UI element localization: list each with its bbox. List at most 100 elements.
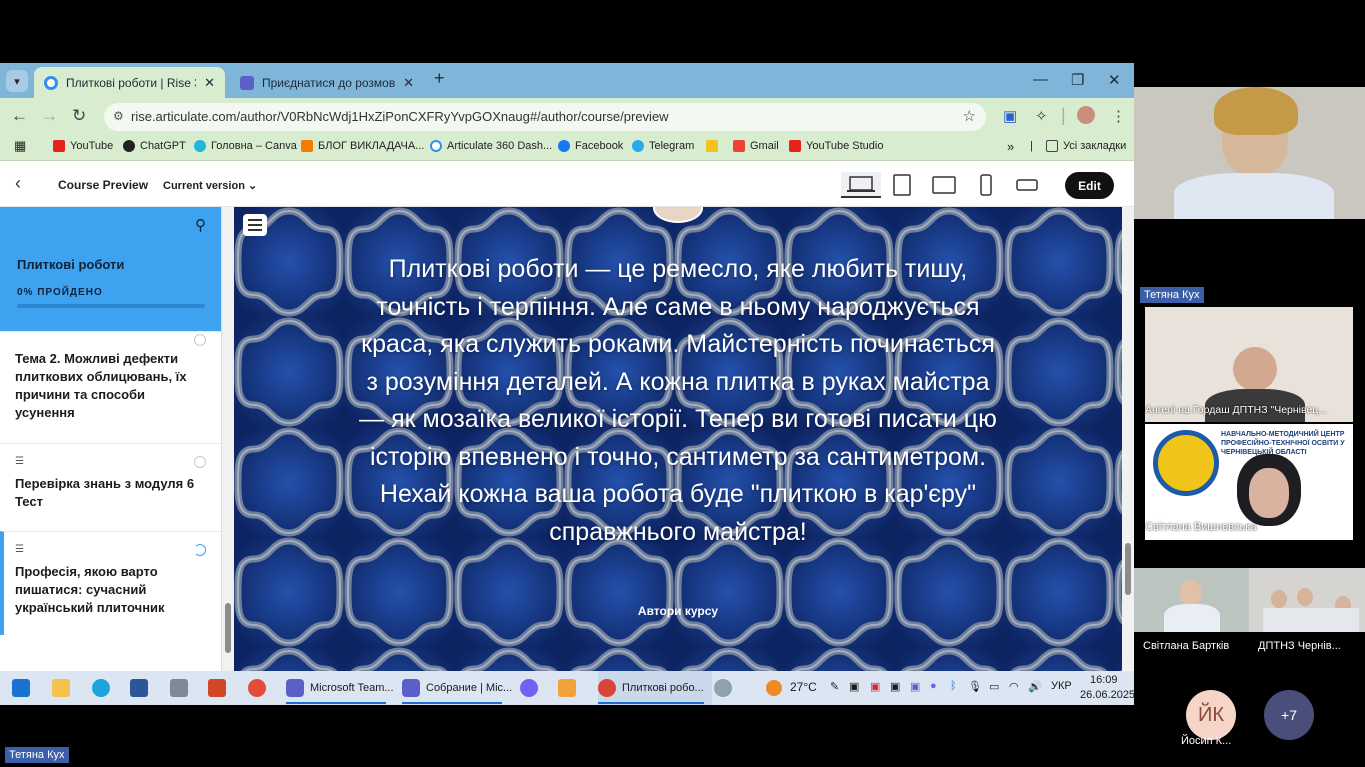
chrome-alt-icon[interactable] — [248, 679, 266, 697]
bookmark-folder[interactable] — [706, 140, 723, 152]
clock-date[interactable]: 26.06.2025 — [1080, 689, 1135, 701]
scrollbar-thumb[interactable] — [225, 603, 231, 653]
tab-label: Приєднатися до розмови — [262, 75, 396, 90]
microphone-icon[interactable]: 🎙 — [968, 680, 982, 693]
tab-teams[interactable]: Приєднатися до розмови ✕ — [230, 67, 424, 98]
chevron-down-icon: ▾ — [14, 75, 20, 88]
apps-grid-icon[interactable]: ▦ — [14, 138, 26, 154]
tray-icon[interactable]: ▣ — [890, 680, 900, 693]
new-tab-button[interactable]: + — [434, 68, 445, 89]
bookmark-youtube[interactable]: YouTube — [53, 140, 113, 152]
bookmark-gmail[interactable]: Gmail — [733, 140, 779, 152]
profile-avatar[interactable] — [1077, 106, 1095, 124]
edge-icon[interactable] — [92, 679, 110, 697]
bluetooth-icon[interactable]: ᛒ — [950, 680, 957, 692]
bookmark-canva[interactable]: Головна – Canva — [194, 140, 297, 152]
bookmark-blog[interactable]: БЛОГ ВИКЛАДАЧА... — [301, 140, 424, 152]
weather-temp[interactable]: 27°C — [790, 680, 817, 694]
page-scrollbar[interactable] — [1122, 207, 1134, 671]
word-icon[interactable] — [130, 679, 148, 697]
search-icon[interactable]: ⚲ — [195, 216, 206, 234]
extensions-icon[interactable]: ✧ — [1035, 107, 1048, 125]
sidebar-lesson[interactable]: ☰ Перевірка знань з модуля 6 Тест — [0, 443, 221, 531]
powerpoint-icon[interactable] — [208, 679, 226, 697]
status-circle-icon — [194, 456, 206, 468]
tab-search-button[interactable]: ▾ — [6, 70, 28, 92]
participant-video-main[interactable] — [1134, 87, 1365, 219]
close-tab-icon[interactable]: ✕ — [204, 75, 215, 91]
minimize-icon[interactable]: — — [1033, 71, 1048, 88]
back-icon[interactable]: ← — [11, 106, 28, 126]
tablet-landscape-button[interactable] — [924, 172, 964, 198]
desktop-view-button[interactable] — [841, 172, 881, 198]
app-icon[interactable] — [714, 679, 732, 697]
participant-video[interactable]: Ангелі на Гордаш ДПТНЗ "Чернівец... — [1145, 307, 1353, 422]
taskbar-app-chrome[interactable]: Плиткові робо... — [598, 671, 712, 705]
reload-icon[interactable]: ↻ — [72, 106, 86, 126]
person-face — [1297, 588, 1313, 606]
bookmark-chatgpt[interactable]: ChatGPT — [123, 140, 186, 152]
bookmark-youtube-studio[interactable]: YouTube Studio — [789, 140, 883, 152]
course-sidebar: ⚲ Плиткові роботи 0% ПРОЙДЕНО Тема 2. Мо… — [0, 207, 222, 671]
all-bookmarks[interactable]: Усі закладки — [1046, 140, 1126, 152]
teams-icon — [286, 679, 304, 697]
bookmark-articulate[interactable]: Articulate 360 Dash... — [430, 140, 552, 152]
weather-sun-icon[interactable] — [766, 680, 782, 696]
tray-icon[interactable]: ▣ — [870, 680, 880, 693]
bookmark-telegram[interactable]: Telegram — [632, 140, 694, 152]
participant-name: ДПТНЗ Чернів... — [1258, 640, 1341, 652]
sidebar-lesson[interactable]: Тема 2. Можливі дефекти плиткових облицю… — [0, 331, 221, 443]
menu-kebab-icon[interactable]: ⋮ — [1111, 107, 1126, 125]
people-group — [1263, 608, 1359, 632]
more-bookmarks-icon[interactable]: » — [1007, 139, 1014, 154]
viber-icon[interactable] — [520, 679, 538, 697]
close-tab-icon[interactable]: ✕ — [403, 75, 414, 91]
taskbar-app-meeting[interactable]: Собрание | Mic... — [402, 671, 512, 705]
facebook-icon — [558, 140, 570, 152]
viber-tray-icon[interactable]: ● — [930, 680, 937, 692]
taskbar-app-teams[interactable]: Microsoft Team... — [286, 671, 394, 705]
site-info-icon[interactable]: ⚙ — [113, 109, 124, 123]
participant-video[interactable] — [1134, 568, 1249, 632]
pen-icon[interactable]: ✎ — [830, 680, 839, 693]
forward-icon[interactable]: → — [41, 106, 58, 126]
more-participants-button[interactable]: +7 — [1264, 690, 1314, 740]
sidebar-scrollbar[interactable] — [222, 207, 234, 671]
restore-icon[interactable]: ❐ — [1071, 71, 1084, 89]
tab-rise[interactable]: Плиткові роботи | Rise 360 ✕ — [34, 67, 225, 98]
app-label: Плиткові робо... — [622, 682, 704, 694]
lesson-label: Перевірка знань з модуля 6 Тест — [15, 476, 195, 509]
windows-start-icon[interactable] — [12, 679, 30, 697]
participant-video[interactable]: НАВЧАЛЬНО-МЕТОДИЧНИЙ ЦЕНТР ПРОФЕСІЙНО-ТЕ… — [1145, 424, 1353, 540]
wifi-icon[interactable]: ◠ — [1009, 680, 1019, 693]
media-player-icon[interactable] — [558, 679, 576, 697]
close-window-icon[interactable]: ✕ — [1108, 71, 1121, 89]
participant-video[interactable] — [1249, 568, 1365, 632]
browser-toolbar: ← → ↻ ⚙ rise.articulate.com/author/V0RbN… — [0, 98, 1134, 135]
teams-favicon-icon — [240, 75, 254, 90]
participant-avatar[interactable]: ЙК — [1186, 690, 1236, 740]
course-menu-button[interactable] — [243, 214, 267, 236]
version-dropdown[interactable]: Current version ⌄ — [163, 179, 257, 192]
sidebar-lesson-current[interactable]: ☰ Професія, якою варто пишатися: сучасни… — [0, 531, 221, 635]
edit-button[interactable]: Edit — [1065, 172, 1114, 199]
back-chevron-icon[interactable]: ‹ — [15, 173, 21, 194]
phone-landscape-button[interactable] — [1007, 172, 1047, 198]
bookmark-star-icon[interactable]: ☆ — [963, 107, 976, 125]
address-bar[interactable]: ⚙ rise.articulate.com/author/V0RbNcWdj1H… — [104, 103, 986, 131]
bookmark-facebook[interactable]: Facebook — [558, 140, 623, 152]
scrollbar-thumb[interactable] — [1125, 543, 1131, 595]
translate-icon[interactable]: ▣ — [1003, 107, 1017, 125]
teams-tray-icon[interactable]: ▣ — [910, 680, 920, 693]
file-explorer-icon[interactable] — [52, 679, 70, 697]
battery-icon[interactable]: ▭ — [989, 680, 999, 693]
teams-icon — [402, 679, 420, 697]
tablet-portrait-button[interactable] — [882, 172, 922, 198]
phone-portrait-button[interactable] — [966, 172, 1006, 198]
presenter-name-tag: Тетяна Кух — [5, 747, 69, 763]
language-indicator[interactable]: УКР — [1051, 680, 1072, 692]
tray-icon[interactable]: ▣ — [849, 680, 859, 693]
clock-time[interactable]: 16:09 — [1090, 674, 1118, 686]
app-icon[interactable] — [170, 679, 188, 697]
volume-icon[interactable]: 🔊 — [1028, 680, 1042, 693]
